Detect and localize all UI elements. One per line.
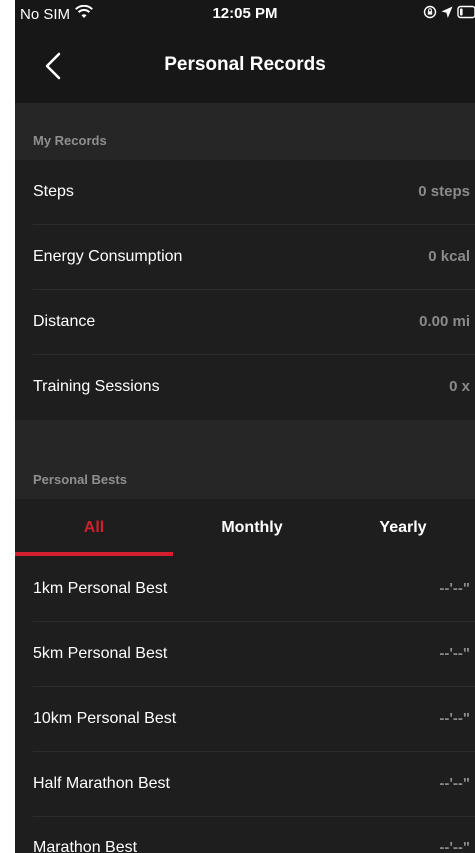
best-value: --'--": [439, 645, 470, 662]
record-row-training-sessions: Training Sessions 0 x: [15, 355, 475, 420]
navigation-bar: Personal Records: [15, 30, 475, 103]
section-title: Personal Bests: [33, 472, 127, 487]
battery-icon: [457, 5, 475, 23]
active-tab-indicator: [15, 552, 173, 556]
status-bar: No SIM 12:05 PM: [15, 0, 475, 30]
best-row-5km[interactable]: 5km Personal Best --'--": [15, 622, 475, 687]
section-header-personal-bests: Personal Bests: [15, 442, 475, 499]
record-label: Training Sessions: [33, 378, 160, 395]
record-value: 0 steps: [418, 183, 470, 200]
section-spacer: [15, 420, 475, 442]
section-title: My Records: [33, 133, 107, 148]
best-row-half-marathon[interactable]: Half Marathon Best --'--": [15, 752, 475, 817]
record-row-distance: Distance 0.00 mi: [15, 290, 475, 355]
record-label: Energy Consumption: [33, 248, 183, 265]
tab-monthly[interactable]: Monthly: [173, 499, 331, 557]
record-row-energy: Energy Consumption 0 kcal: [15, 225, 475, 290]
best-row-1km[interactable]: 1km Personal Best --'--": [15, 557, 475, 622]
location-icon: [441, 6, 453, 23]
best-value: --'--": [439, 839, 470, 853]
record-value: 0.00 mi: [419, 313, 470, 330]
section-header-my-records: My Records: [15, 103, 475, 160]
tab-bar: All Monthly Yearly: [15, 499, 475, 557]
tab-yearly[interactable]: Yearly: [331, 499, 475, 557]
page-title: Personal Records: [164, 54, 326, 75]
best-label: 10km Personal Best: [33, 710, 177, 727]
record-value: 0 kcal: [428, 248, 470, 265]
best-value: --'--": [439, 775, 470, 792]
orientation-lock-icon: [423, 5, 437, 23]
app-screen: No SIM 12:05 PM Personal Records My Reco…: [15, 0, 475, 853]
best-row-10km[interactable]: 10km Personal Best --'--": [15, 687, 475, 752]
best-value: --'--": [439, 580, 470, 597]
status-time: 12:05 PM: [212, 5, 278, 22]
record-row-steps: Steps 0 steps: [15, 160, 475, 225]
best-label: Half Marathon Best: [33, 775, 170, 792]
status-right: [423, 5, 475, 23]
record-label: Steps: [33, 183, 74, 200]
record-label: Distance: [33, 313, 96, 330]
best-row-marathon[interactable]: Marathon Best --'--": [15, 817, 475, 853]
best-value: --'--": [439, 710, 470, 727]
tab-all[interactable]: All: [15, 499, 173, 557]
best-label: Marathon Best: [33, 839, 138, 853]
best-label: 5km Personal Best: [33, 645, 168, 662]
record-value: 0 x: [449, 378, 470, 395]
best-label: 1km Personal Best: [33, 580, 168, 597]
